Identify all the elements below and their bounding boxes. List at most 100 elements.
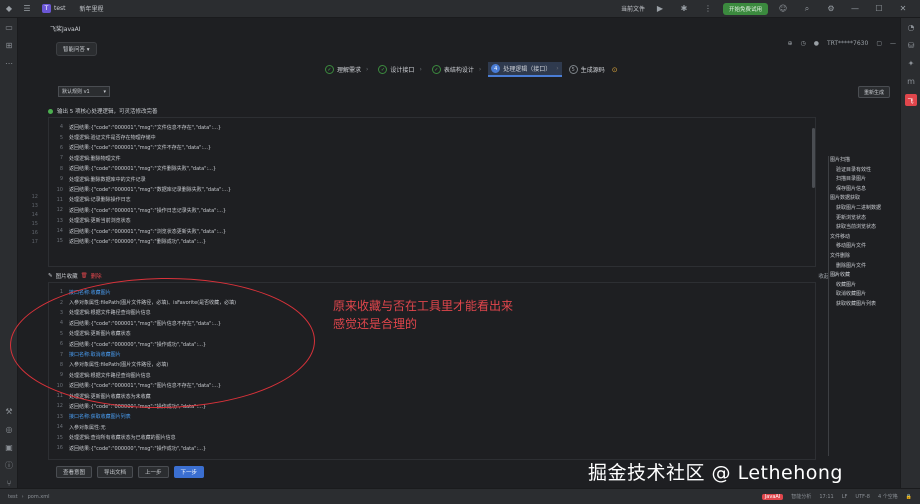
check-icon: ✓ (431, 65, 441, 74)
close-icon[interactable]: ✕ (898, 4, 908, 14)
check-icon: ✓ (378, 65, 388, 74)
regenerate-button[interactable]: 重新生成 (858, 86, 890, 98)
breadcrumb-file[interactable]: pom.xml (28, 494, 50, 500)
run-config-select[interactable]: 当前文件 (621, 4, 645, 13)
prev-step-button[interactable]: 上一步 (138, 466, 169, 478)
indent[interactable]: 4 个空格 (878, 493, 898, 500)
view-details-button[interactable]: 查看意图 (56, 466, 93, 478)
line-number: 11 (56, 196, 63, 203)
m-icon[interactable]: m (901, 72, 920, 90)
code-line: 5 处理逻辑:验证文件是否存在物理存储中 (49, 132, 815, 142)
outline-item[interactable]: 移动图片文件 (830, 242, 890, 252)
outline-item[interactable]: 删除图片文件 (830, 262, 890, 272)
debug-icon[interactable]: ✱ (679, 4, 689, 14)
line-text: 返回结果:{"code":"000000","msg":"操作成功","data… (69, 445, 207, 452)
logic-panel-upper[interactable]: 4 返回结果:{"code":"000001","msg":"文件信息不存在","… (48, 117, 816, 267)
export-doc-button[interactable]: 导出文档 (97, 466, 134, 478)
title-bar: ◆ ☰ T test 新年里程 当前文件 ▶ ✱ ⋮ 开始免费试用 ☺ ⌕ ⚙ … (0, 0, 920, 18)
chevron-down-icon: ▾ (103, 88, 106, 95)
add-icon[interactable]: ⊕ (787, 40, 792, 47)
line-ending[interactable]: LF (842, 494, 848, 500)
scrollbar[interactable] (812, 128, 815, 188)
user-icon[interactable]: ☺ (778, 4, 788, 14)
maximize-icon[interactable]: ☐ (874, 4, 884, 14)
left-toolbar: ▭ ⊞ ⋯ ⚒ ◎ ▣ ⓘ ⑂ (0, 18, 18, 488)
step-2[interactable]: ✓ 设计接口 › (375, 63, 424, 76)
delete-link[interactable]: 删除 (91, 272, 102, 280)
next-step-button[interactable]: 下一步 (173, 466, 205, 478)
outline-item[interactable]: 收藏图片 (830, 281, 890, 291)
step-3[interactable]: ✓ 表结构设计 › (429, 63, 484, 76)
breadcrumb-project[interactable]: test (8, 494, 18, 500)
outline-item[interactable]: 更新浏览状态 (830, 214, 890, 224)
step-5[interactable]: 5 生成源码 (566, 63, 608, 76)
line-number: 15 (56, 238, 63, 245)
structure-icon[interactable]: ⊞ (0, 36, 18, 54)
outline-item[interactable]: 扫描目录图片 (830, 175, 890, 185)
panel-minimize-icon[interactable]: — (890, 40, 896, 47)
line-number: 13 (56, 217, 63, 224)
project-badge[interactable]: T (42, 4, 51, 13)
avatar[interactable]: ● (814, 40, 819, 47)
right-toolbar: ◔ ⛁ ✦ m 飞 (900, 18, 920, 488)
mode-dropdown[interactable]: 智能问答 ▾ (56, 42, 97, 56)
code-line: 14 入参对象属性:无 (49, 422, 815, 432)
outline-item[interactable]: 文件删除 (830, 252, 890, 262)
code-line: 11 处理逻辑:记录删除操作日志 (49, 195, 815, 205)
line-text: 处理逻辑:记录删除操作日志 (69, 197, 131, 204)
database-icon[interactable]: ⛁ (901, 36, 920, 54)
step-4[interactable]: 4 处理逻辑（接口） › (488, 62, 562, 77)
outline-item[interactable]: 获取收藏图片列表 (830, 300, 890, 310)
cursor-position[interactable]: 17:11 (819, 494, 833, 500)
more-icon[interactable]: ⋮ (703, 4, 713, 14)
branch-name[interactable]: 新年里程 (80, 4, 104, 13)
version-select[interactable]: 默认规则 v1 ▾ (58, 86, 110, 97)
outline-item[interactable]: 图片数据获取 (830, 194, 890, 204)
main-menu-icon[interactable]: ☰ (22, 4, 32, 14)
line-text: 处理逻辑:删除物理文件 (69, 155, 121, 162)
line-text: 返回结果:{"code":"000001","msg":"文件删除失败","da… (69, 166, 217, 173)
javaai-icon[interactable]: 飞 (904, 94, 917, 106)
status-line: 输出 5 项核心处理逻辑，可灵活修改完善 (48, 107, 158, 115)
build-icon[interactable]: ⚒ (0, 402, 18, 420)
outline-item[interactable]: 取消收藏图片 (830, 290, 890, 300)
line-number: 9 (59, 176, 63, 183)
trash-icon[interactable]: 🗑 (81, 273, 88, 279)
analysis-status[interactable]: 智能分析 (791, 493, 811, 500)
problems-icon[interactable]: ⓘ (0, 456, 18, 474)
outline-item[interactable]: 获取当前浏览状态 (830, 223, 890, 233)
minimize-icon[interactable]: — (850, 4, 860, 14)
more-tools-icon[interactable]: ⋯ (0, 54, 18, 72)
settings-icon[interactable]: ⚙ (826, 4, 836, 14)
services-icon[interactable]: ◎ (0, 420, 18, 438)
line-text: 入参对象属性:无 (69, 424, 106, 431)
notifications-icon[interactable]: ◔ (901, 18, 920, 36)
outline-item[interactable]: 图片收藏 (830, 271, 890, 281)
line-number: 12 (56, 403, 63, 410)
encoding[interactable]: UTF-8 (855, 494, 870, 500)
ai-assistant-panel: 飞桨JavaAI 智能问答 ▾ ⊕ ◷ ● TRT*****7630 ▢ — ✓… (42, 18, 900, 488)
project-name[interactable]: test (54, 5, 66, 12)
javaai-status[interactable]: JavaAI (761, 493, 784, 500)
history-icon[interactable]: ◷ (800, 40, 805, 47)
step-1[interactable]: ✓ 理解需求 › (322, 63, 371, 76)
outline-item[interactable]: 保存图片信息 (830, 185, 890, 195)
copilot-icon[interactable]: ✦ (901, 54, 920, 72)
wizard-steps: ✓ 理解需求 › ✓ 设计接口 › ✓ 表结构设计 › 4 处理逻辑（接口） › 5 生成源码 ⊙ (322, 62, 618, 77)
terminal-icon[interactable]: ▣ (0, 438, 18, 456)
app-logo-icon: ◆ (5, 4, 13, 13)
line-number: 14 (56, 424, 63, 431)
lock-icon[interactable]: 🔒 (906, 494, 912, 500)
search-icon[interactable]: ⌕ (802, 4, 812, 14)
outline-item[interactable]: 验证目录有效性 (830, 166, 890, 176)
outline-item[interactable]: 文件移动 (830, 233, 890, 243)
check-icon: ✓ (325, 65, 334, 74)
outline-item[interactable]: 图片扫描 (830, 156, 890, 166)
folder-icon[interactable]: ▭ (0, 18, 18, 36)
line-number: 15 (56, 434, 63, 441)
trial-button[interactable]: 开始免费试用 (722, 2, 768, 15)
run-icon[interactable]: ▶ (655, 4, 665, 14)
window-icon[interactable]: ▢ (876, 40, 882, 47)
outline-item[interactable]: 获取图片二进制数据 (830, 204, 890, 214)
code-line: 8 返回结果:{"code":"000001","msg":"文件删除失败","d… (49, 164, 815, 174)
